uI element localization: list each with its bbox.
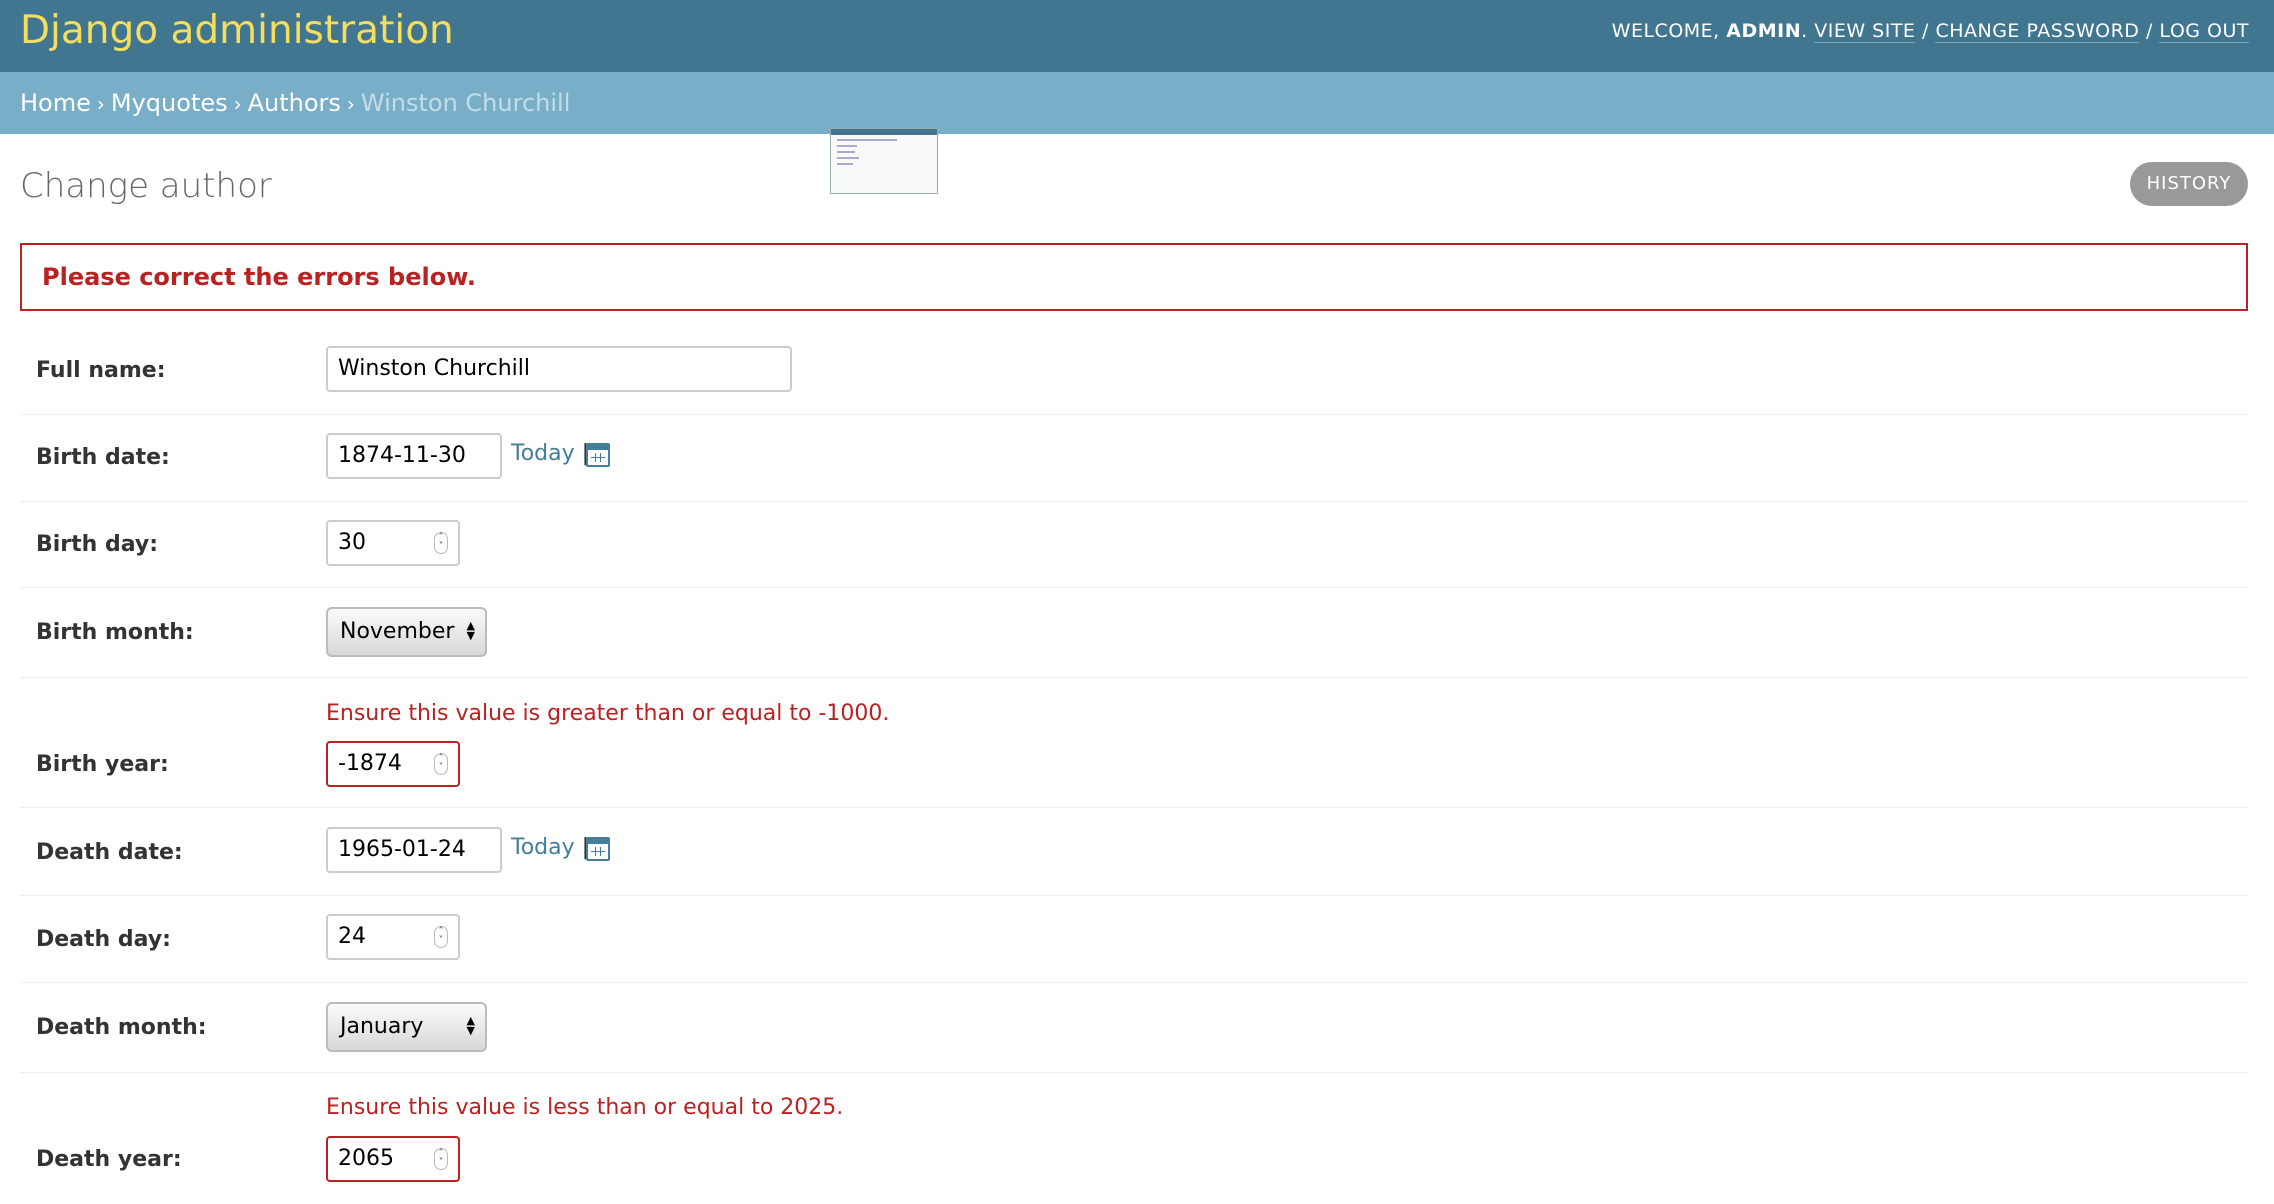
full-name-label: Full name: <box>36 358 166 383</box>
breadcrumb-current: Winston Churchill <box>360 89 571 117</box>
breadcrumb-separator: › <box>233 92 242 116</box>
separator: / <box>2145 20 2153 42</box>
birth-year-value: -1874 <box>338 751 402 776</box>
birth-month-value: November <box>340 619 455 644</box>
death-date-today-link[interactable]: Today | <box>511 835 589 860</box>
calendar-icon[interactable] <box>586 443 610 467</box>
spinner-icon[interactable]: ˄ ˅ <box>434 1148 448 1170</box>
page-title: Change author <box>20 166 272 206</box>
log-out-link[interactable]: LOG OUT <box>2159 20 2249 43</box>
birth-month-select[interactable]: November ▲ ▼ <box>326 607 487 657</box>
header: Django administration WELCOME, ADMIN. VI… <box>0 0 2274 72</box>
user-tools: WELCOME, ADMIN. VIEW SITE / CHANGE PASSW… <box>1611 20 2249 43</box>
breadcrumb-home[interactable]: Home <box>20 89 91 117</box>
death-day-stepper[interactable]: 24 ˄ ˅ <box>326 914 460 960</box>
breadcrumb-separator: › <box>346 92 355 116</box>
birth-day-label: Birth day: <box>36 532 159 557</box>
birth-day-stepper[interactable]: 30 ˄ ˅ <box>326 520 460 566</box>
today-label[interactable]: Today <box>511 835 575 860</box>
death-month-select[interactable]: January ▲ ▼ <box>326 1002 487 1052</box>
calendar-icon[interactable] <box>586 837 610 861</box>
history-button[interactable]: HISTORY <box>2130 162 2248 206</box>
form-row-death-month: Death month: January ▲ ▼ <box>20 983 2248 1073</box>
birth-date-today-link[interactable]: Today | <box>511 441 589 466</box>
welcome-text: WELCOME, <box>1611 20 1720 42</box>
death-day-value: 24 <box>338 924 366 949</box>
breadcrumb-app[interactable]: Myquotes <box>111 89 228 117</box>
birth-year-label: Birth year: <box>36 752 169 777</box>
spinner-icon[interactable]: ˄ ˅ <box>434 753 448 775</box>
select-arrows-icon: ▲ ▼ <box>466 619 475 642</box>
error-note: Please correct the errors below. <box>20 243 2248 311</box>
screenshot-thumbnail <box>830 128 938 194</box>
death-year-label: Death year: <box>36 1147 182 1172</box>
separator: / <box>1921 20 1929 42</box>
form-row-birth-day: Birth day: 30 ˄ ˅ <box>20 502 2248 588</box>
death-day-label: Death day: <box>36 927 171 952</box>
death-date-input[interactable]: 1965-01-24 <box>326 827 502 873</box>
form-row-death-date: Death date: 1965-01-24 Today | <box>20 808 2248 896</box>
form-row-birth-month: Birth month: November ▲ ▼ <box>20 588 2248 678</box>
death-year-value: 2065 <box>338 1146 394 1171</box>
birth-month-label: Birth month: <box>36 620 194 645</box>
birth-year-error: Ensure this value is greater than or equ… <box>326 701 890 726</box>
form-row-birth-year: Ensure this value is greater than or equ… <box>20 678 2248 808</box>
form-row-birth-date: Birth date: 1874-11-30 Today | <box>20 415 2248 502</box>
select-arrows-icon: ▲ ▼ <box>466 1014 475 1037</box>
breadcrumb-separator: › <box>96 92 105 116</box>
form-row-death-year: Ensure this value is less than or equal … <box>20 1073 2248 1204</box>
birth-year-stepper[interactable]: -1874 ˄ ˅ <box>326 741 460 787</box>
change-password-link[interactable]: CHANGE PASSWORD <box>1935 20 2140 43</box>
death-year-error: Ensure this value is less than or equal … <box>326 1095 844 1120</box>
birth-date-label: Birth date: <box>36 445 170 470</box>
form-row-full-name: Full name: Winston Churchill <box>20 330 2248 415</box>
spinner-icon[interactable]: ˄ ˅ <box>434 532 448 554</box>
view-site-link[interactable]: VIEW SITE <box>1814 20 1916 43</box>
form-row-death-day: Death day: 24 ˄ ˅ <box>20 896 2248 983</box>
breadcrumb: Home › Myquotes › Authors › Winston Churchill <box>0 72 2274 134</box>
death-year-stepper[interactable]: 2065 ˄ ˅ <box>326 1136 460 1182</box>
spinner-icon[interactable]: ˄ ˅ <box>434 926 448 948</box>
death-month-value: January <box>340 1014 424 1039</box>
today-label[interactable]: Today <box>511 441 575 466</box>
birth-day-value: 30 <box>338 530 366 555</box>
full-name-input[interactable]: Winston Churchill <box>326 346 792 392</box>
death-month-label: Death month: <box>36 1015 207 1040</box>
death-date-label: Death date: <box>36 840 183 865</box>
username: ADMIN <box>1726 20 1802 42</box>
birth-date-input[interactable]: 1874-11-30 <box>326 433 502 479</box>
breadcrumb-model[interactable]: Authors <box>248 89 341 117</box>
site-name[interactable]: Django administration <box>20 8 454 54</box>
